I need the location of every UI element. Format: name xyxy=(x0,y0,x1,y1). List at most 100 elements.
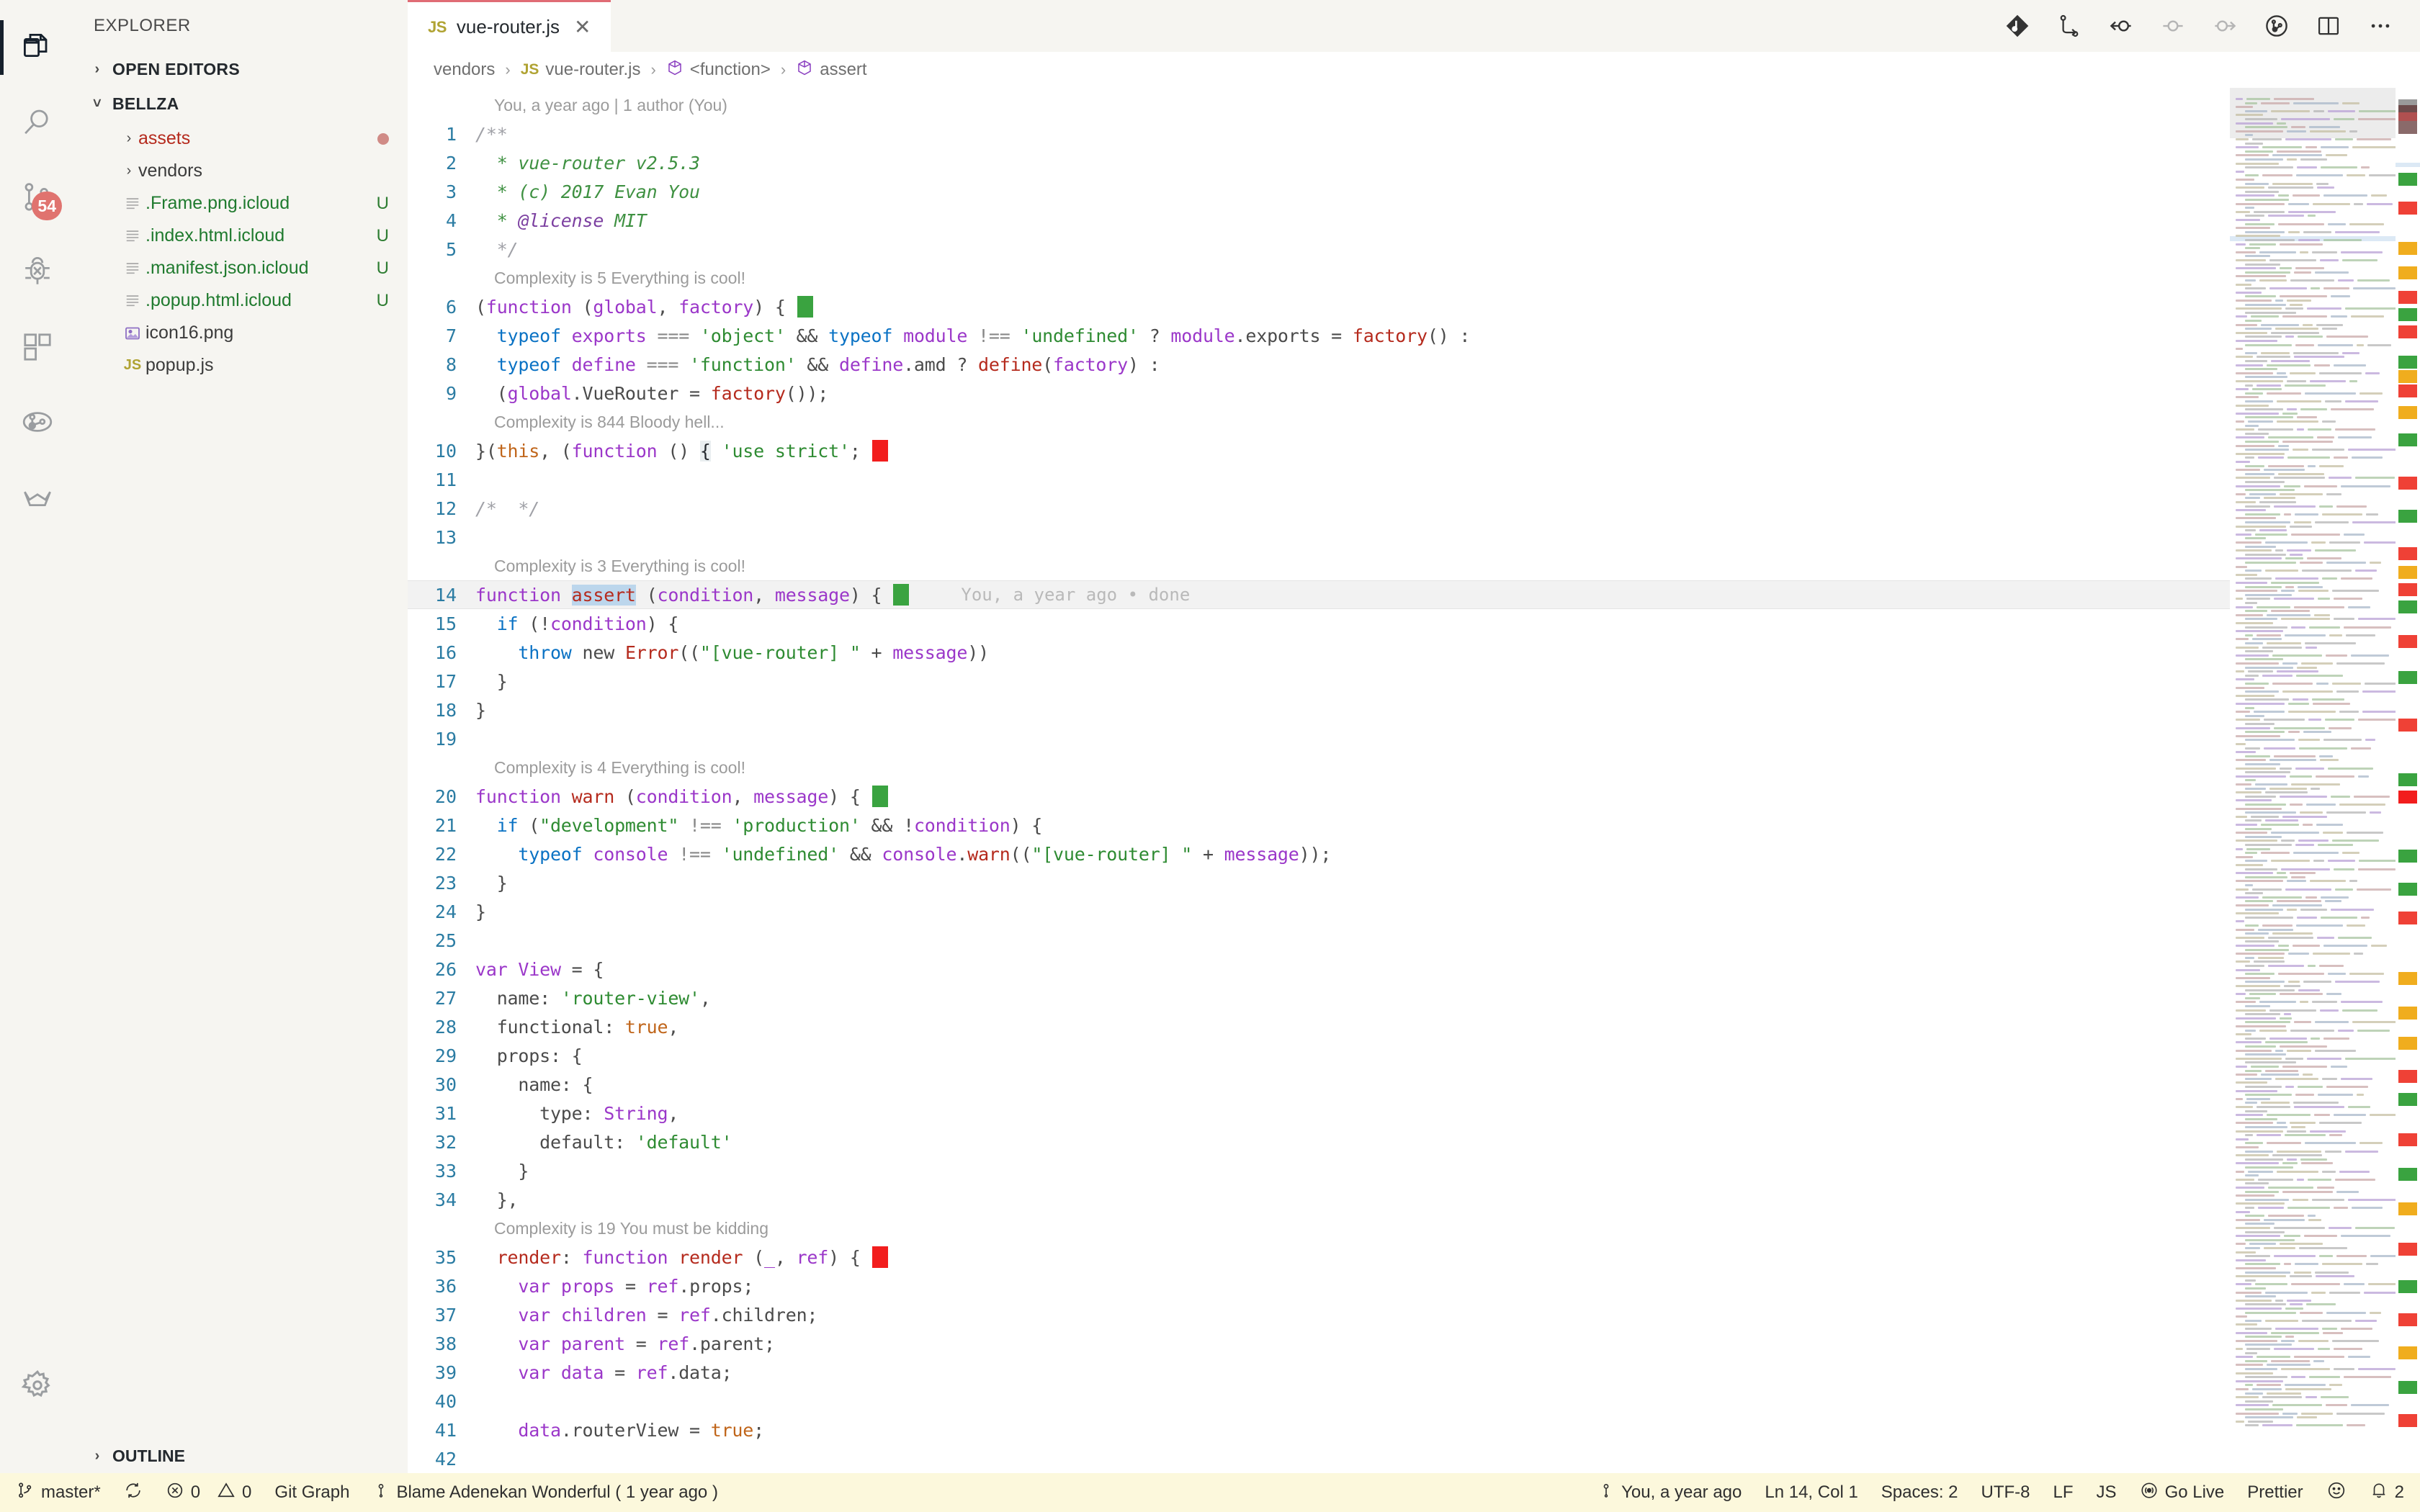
git-graph-circle-icon[interactable] xyxy=(2262,11,2292,41)
code-line[interactable]: 41 data.routerView = true; xyxy=(408,1416,2230,1444)
code-line[interactable]: 40 xyxy=(408,1387,2230,1416)
code-line[interactable]: 25 xyxy=(408,926,2230,955)
code-line[interactable]: 10}(this, (function () { 'use strict'; xyxy=(408,436,2230,465)
code-line[interactable]: 36 var props = ref.props; xyxy=(408,1272,2230,1300)
minimap-line xyxy=(2303,824,2313,826)
status-feedback[interactable] xyxy=(2315,1473,2358,1512)
sidebar-section-open-editors[interactable]: › OPEN EDITORS xyxy=(75,52,408,86)
code-line[interactable]: 13 xyxy=(408,523,2230,552)
minimap[interactable] xyxy=(2230,88,2396,1473)
status-encoding[interactable]: UTF-8 xyxy=(1970,1473,2042,1512)
status-blame[interactable]: Blame Adenekan Wonderful ( 1 year ago ) xyxy=(361,1473,729,1512)
status-indentation[interactable]: Spaces: 2 xyxy=(1870,1473,1970,1512)
code-line[interactable]: 24} xyxy=(408,897,2230,926)
code-line[interactable]: 1/** xyxy=(408,120,2230,148)
tree-item-assets[interactable]: › assets xyxy=(75,122,408,155)
sidebar-section-outline[interactable]: › OUTLINE xyxy=(75,1439,408,1473)
breadcrumb-item-vue-router-js[interactable]: JS vue-router.js xyxy=(521,60,641,80)
code-line[interactable]: 5 */ xyxy=(408,235,2230,264)
code-line[interactable]: 20function warn (condition, message) { xyxy=(408,782,2230,811)
code-line[interactable]: 7 typeof exports === 'object' && typeof … xyxy=(408,321,2230,350)
breadcrumb-item-assert[interactable]: assert xyxy=(796,59,866,81)
tree-item-icon16-png[interactable]: icon16.png xyxy=(75,317,408,349)
code-line[interactable]: 30 name: { xyxy=(408,1070,2230,1099)
status-problems[interactable]: 0 0 xyxy=(154,1473,264,1512)
code-line[interactable]: 9 (global.VueRouter = factory()); xyxy=(408,379,2230,408)
code-line[interactable]: 19 xyxy=(408,724,2230,753)
tree-item-index-html-icloud[interactable]: .index.html.icloud U xyxy=(75,220,408,252)
activity-item-extensions[interactable] xyxy=(0,310,75,384)
close-icon[interactable]: ✕ xyxy=(574,17,591,37)
code-line[interactable]: 18} xyxy=(408,696,2230,724)
gitlens-logo-icon[interactable] xyxy=(2002,11,2033,41)
code-line[interactable]: 29 props: { xyxy=(408,1041,2230,1070)
code-line[interactable]: 27 name: 'router-view', xyxy=(408,984,2230,1012)
code-line[interactable]: 8 typeof define === 'function' && define… xyxy=(408,350,2230,379)
code-lens-complexity[interactable]: Complexity is 5 Everything is cool! xyxy=(408,264,2230,292)
code-line[interactable]: 12/* */ xyxy=(408,494,2230,523)
tree-item-popup-html-icloud[interactable]: .popup.html.icloud U xyxy=(75,284,408,317)
code-line[interactable]: 2 * vue-router v2.5.3 xyxy=(408,148,2230,177)
code-line[interactable]: 32 default: 'default' xyxy=(408,1128,2230,1156)
code-line[interactable]: 23 } xyxy=(408,868,2230,897)
activity-item-manage[interactable] xyxy=(0,1348,75,1423)
activity-item-search[interactable] xyxy=(0,85,75,160)
code-line-current[interactable]: 14 function assert (condition, message) … xyxy=(408,580,2230,609)
activity-item-git-graph[interactable] xyxy=(0,384,75,459)
status-notifications[interactable]: 2 xyxy=(2358,1473,2416,1512)
code-line[interactable]: 4 * @license MIT xyxy=(408,206,2230,235)
minimap-line xyxy=(2236,340,2277,342)
tree-item-frame-png-icloud[interactable]: .Frame.png.icloud U xyxy=(75,187,408,220)
code-line[interactable]: 6(function (global, factory) { xyxy=(408,292,2230,321)
status-git-graph[interactable]: Git Graph xyxy=(263,1473,361,1512)
code-line[interactable]: 38 var parent = ref.parent; xyxy=(408,1329,2230,1358)
code-line[interactable]: 35 render: function render (_, ref) { xyxy=(408,1243,2230,1272)
code-line[interactable]: 34 }, xyxy=(408,1185,2230,1214)
status-cursor-position[interactable]: Ln 14, Col 1 xyxy=(1753,1473,1869,1512)
split-editor-icon[interactable] xyxy=(2313,11,2344,41)
code-line[interactable]: 16 throw new Error(("[vue-router] " + me… xyxy=(408,638,2230,667)
status-language-mode[interactable]: JS xyxy=(2085,1473,2128,1512)
code-line[interactable]: 33 } xyxy=(408,1156,2230,1185)
compare-branch-icon[interactable] xyxy=(2054,11,2084,41)
code-line[interactable]: 28 functional: true, xyxy=(408,1012,2230,1041)
tree-item-popup-js[interactable]: JS popup.js xyxy=(75,349,408,382)
code-line[interactable]: 37 var children = ref.children; xyxy=(408,1300,2230,1329)
code-line[interactable]: 17 } xyxy=(408,667,2230,696)
status-eol[interactable]: LF xyxy=(2042,1473,2085,1512)
next-change-icon[interactable] xyxy=(2210,11,2240,41)
activity-item-source-control[interactable]: 54 xyxy=(0,160,75,235)
activity-item-gitlens[interactable] xyxy=(0,459,75,534)
code-lens-complexity[interactable]: Complexity is 844 Bloody hell... xyxy=(408,408,2230,436)
code-line[interactable]: 39 var data = ref.data; xyxy=(408,1358,2230,1387)
code-line[interactable]: 15 if (!condition) { xyxy=(408,609,2230,638)
tab-vue-router-js[interactable]: JS vue-router.js ✕ xyxy=(408,0,611,52)
code-line[interactable]: 22 typeof console !== 'undefined' && con… xyxy=(408,840,2230,868)
code-lens-complexity[interactable]: Complexity is 4 Everything is cool! xyxy=(408,753,2230,782)
activity-item-explorer[interactable] xyxy=(0,10,75,85)
code-line[interactable]: 3 * (c) 2017 Evan You xyxy=(408,177,2230,206)
current-change-icon[interactable] xyxy=(2158,11,2188,41)
code-line[interactable]: 26var View = { xyxy=(408,955,2230,984)
activity-item-run-debug[interactable] xyxy=(0,235,75,310)
code-lens-complexity[interactable]: Complexity is 19 You must be kidding xyxy=(408,1214,2230,1243)
breadcrumb-item-function[interactable]: <function> xyxy=(666,59,771,81)
status-sync[interactable] xyxy=(112,1473,154,1512)
sidebar-section-bellza[interactable]: ˅ BELLZA xyxy=(75,86,408,121)
code-line[interactable]: 31 type: String, xyxy=(408,1099,2230,1128)
code-line[interactable]: 42 xyxy=(408,1444,2230,1473)
status-branch[interactable]: master* xyxy=(4,1473,112,1512)
status-gitlens-blame[interactable]: You, a year ago xyxy=(1586,1473,1753,1512)
code-line[interactable]: 11 xyxy=(408,465,2230,494)
previous-change-icon[interactable] xyxy=(2106,11,2136,41)
status-prettier[interactable]: Prettier xyxy=(2236,1473,2314,1512)
code-text-area[interactable]: You, a year ago | 1 author (You) 1/** 2 … xyxy=(408,88,2230,1473)
tree-item-manifest-json-icloud[interactable]: .manifest.json.icloud U xyxy=(75,252,408,284)
code-line[interactable]: 21 if ("development" !== 'production' &&… xyxy=(408,811,2230,840)
breadcrumb-item-vendors[interactable]: vendors xyxy=(434,60,495,80)
tree-item-vendors[interactable]: › vendors xyxy=(75,155,408,187)
status-go-live[interactable]: Go Live xyxy=(2128,1473,2236,1512)
more-actions-icon[interactable] xyxy=(2365,11,2396,41)
code-lens-complexity[interactable]: Complexity is 3 Everything is cool! xyxy=(408,552,2230,580)
overview-ruler[interactable] xyxy=(2396,88,2420,1473)
